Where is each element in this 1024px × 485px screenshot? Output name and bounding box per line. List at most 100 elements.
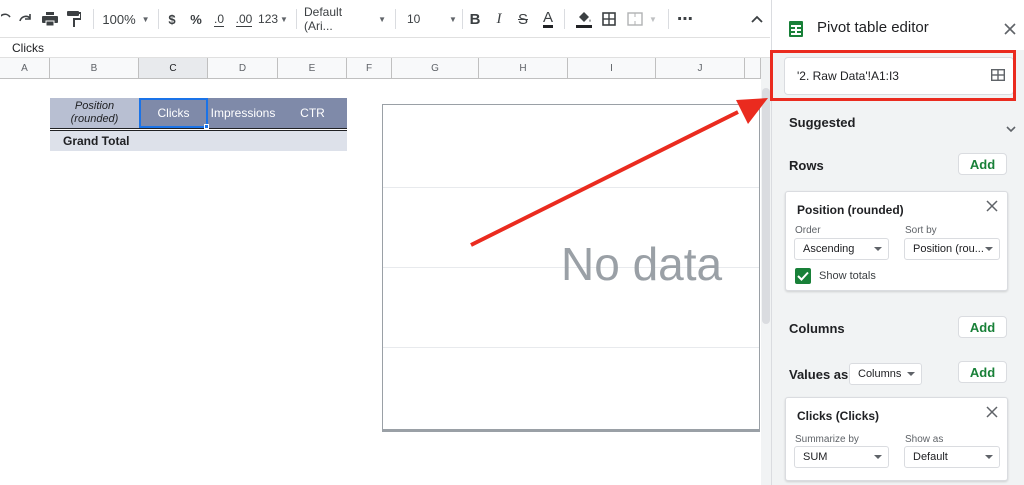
highlight-box <box>770 50 1016 101</box>
font-family-select[interactable]: Default (Ari... ▼ <box>304 0 386 38</box>
chart-gridline <box>383 187 759 188</box>
dropdown-arrow-icon <box>907 372 915 376</box>
column-header-e[interactable]: E <box>278 58 347 79</box>
currency-format-button[interactable]: $ <box>164 0 180 38</box>
pivot-header-position[interactable]: Position (rounded) <box>50 98 139 128</box>
dropdown-arrow-icon <box>985 247 993 251</box>
summarize-by-value: SUM <box>803 451 828 463</box>
toolbar: 100% ▼ $ % .0 .00 123 ▼ Default (Ari... ▼ 1… <box>0 0 770 38</box>
redo-icon[interactable] <box>16 0 34 38</box>
undo-icon[interactable] <box>0 0 14 38</box>
number-format-select[interactable]: 123 ▼ <box>258 0 288 38</box>
text-color-button[interactable]: A <box>539 0 557 38</box>
grand-total-label: Grand Total <box>63 134 130 148</box>
toolbar-divider <box>158 9 159 29</box>
zoom-value: 100% <box>102 11 136 27</box>
column-header-k[interactable] <box>745 58 761 79</box>
spreadsheet-app: 100% ▼ $ % .0 .00 123 ▼ Default (Ari... ▼ 1… <box>0 0 1024 485</box>
add-row-button[interactable]: Add <box>958 153 1007 175</box>
show-totals-checkbox[interactable] <box>795 268 811 284</box>
column-header-g[interactable]: G <box>392 58 479 79</box>
italic-button[interactable]: I <box>491 0 507 38</box>
bold-button[interactable]: B <box>467 0 483 38</box>
caret-down-icon: ▼ <box>378 14 386 24</box>
dropdown-arrow-icon <box>874 247 882 251</box>
dropdown-arrow-icon <box>985 455 993 459</box>
column-header-j[interactable]: J <box>656 58 745 79</box>
show-as-label: Show as <box>905 434 944 445</box>
toolbar-divider <box>462 9 463 29</box>
remove-row-field-icon[interactable] <box>986 199 998 217</box>
add-value-button[interactable]: Add <box>958 361 1007 383</box>
sheets-icon <box>789 21 803 42</box>
order-label: Order <box>795 225 821 236</box>
toolbar-divider <box>93 9 94 29</box>
toolbar-divider <box>296 9 297 29</box>
add-column-button[interactable]: Add <box>958 316 1007 338</box>
fill-color-icon[interactable] <box>574 0 594 38</box>
show-as-value: Default <box>913 451 948 463</box>
chart-border <box>382 430 760 432</box>
caret-down-icon: ▼ <box>280 14 288 24</box>
chart-gridline <box>383 347 759 348</box>
column-header-f[interactable]: F <box>347 58 392 79</box>
pivot-header-clicks[interactable]: Clicks <box>139 98 208 128</box>
value-field-title: Clicks (Clicks) <box>797 409 880 423</box>
summarize-by-select[interactable]: SUM <box>794 446 889 468</box>
order-select[interactable]: Ascending <box>794 238 889 260</box>
pivot-grand-total-row[interactable]: Grand Total <box>50 131 347 151</box>
scrollbar-thumb[interactable] <box>762 88 770 324</box>
collapse-toolbar-icon[interactable] <box>748 0 766 38</box>
font-size-select[interactable]: 10 ▼ <box>403 0 459 38</box>
percent-format-button[interactable]: % <box>188 0 204 38</box>
panel-title: Pivot table editor <box>817 19 929 36</box>
column-header-d[interactable]: D <box>208 58 278 79</box>
toolbar-divider <box>668 9 669 29</box>
values-as-select[interactable]: Columns <box>849 363 922 385</box>
decrease-decimal-button[interactable]: .0 <box>210 0 228 38</box>
values-as-value: Columns <box>858 368 902 380</box>
text-color-label: A <box>542 8 553 28</box>
panel-header: Pivot table editor <box>772 0 1024 50</box>
formula-bar-value: Clicks <box>12 41 44 55</box>
chart-placeholder[interactable]: No data <box>382 104 760 430</box>
paint-format-icon[interactable] <box>64 0 84 38</box>
merge-cells-icon[interactable]: ▼ <box>624 0 660 38</box>
increase-decimal-button[interactable]: .00 <box>234 0 254 38</box>
dropdown-arrow-icon <box>874 455 882 459</box>
column-header-c[interactable]: C <box>139 58 208 79</box>
vertical-scrollbar[interactable] <box>761 58 771 485</box>
strikethrough-button[interactable]: S <box>515 0 531 38</box>
remove-value-field-icon[interactable] <box>986 405 998 423</box>
print-icon[interactable] <box>40 0 60 38</box>
suggested-label[interactable]: Suggested <box>789 115 855 130</box>
sort-by-label: Sort by <box>905 225 937 236</box>
values-as-label: Values as: <box>789 367 853 382</box>
selection-fill-handle[interactable] <box>204 124 209 129</box>
close-icon[interactable] <box>1004 22 1016 40</box>
formula-bar[interactable]: Clicks <box>0 38 770 58</box>
more-options-button[interactable]: ⋯ <box>676 0 694 38</box>
summarize-by-label: Summarize by <box>795 434 859 445</box>
pivot-header-impressions[interactable]: Impressions <box>208 98 278 128</box>
decrease-decimal-label: .0 <box>213 11 224 27</box>
caret-down-icon: ▼ <box>649 14 657 24</box>
row-field-card: Position (rounded) Order Ascending Sort … <box>785 191 1008 291</box>
show-as-select[interactable]: Default <box>904 446 1000 468</box>
pivot-header-ctr[interactable]: CTR <box>278 98 347 128</box>
chevron-down-icon[interactable] <box>1006 120 1016 138</box>
chart-no-data-message: No data <box>561 238 723 290</box>
font-family-value: Default (Ari... <box>304 5 343 33</box>
column-header-h[interactable]: H <box>479 58 568 79</box>
order-value: Ascending <box>803 243 855 255</box>
column-header-b[interactable]: B <box>50 58 139 79</box>
sort-by-select[interactable]: Position (rou... <box>904 238 1000 260</box>
column-header-a[interactable]: A <box>0 58 50 79</box>
zoom-select[interactable]: 100% ▼ <box>100 0 152 38</box>
number-format-label: 123 <box>258 12 279 26</box>
font-size-value: 10 <box>407 12 421 26</box>
toolbar-divider <box>395 9 396 29</box>
borders-icon[interactable] <box>600 0 618 38</box>
column-header-i[interactable]: I <box>568 58 656 79</box>
caret-down-icon: ▼ <box>449 14 457 24</box>
